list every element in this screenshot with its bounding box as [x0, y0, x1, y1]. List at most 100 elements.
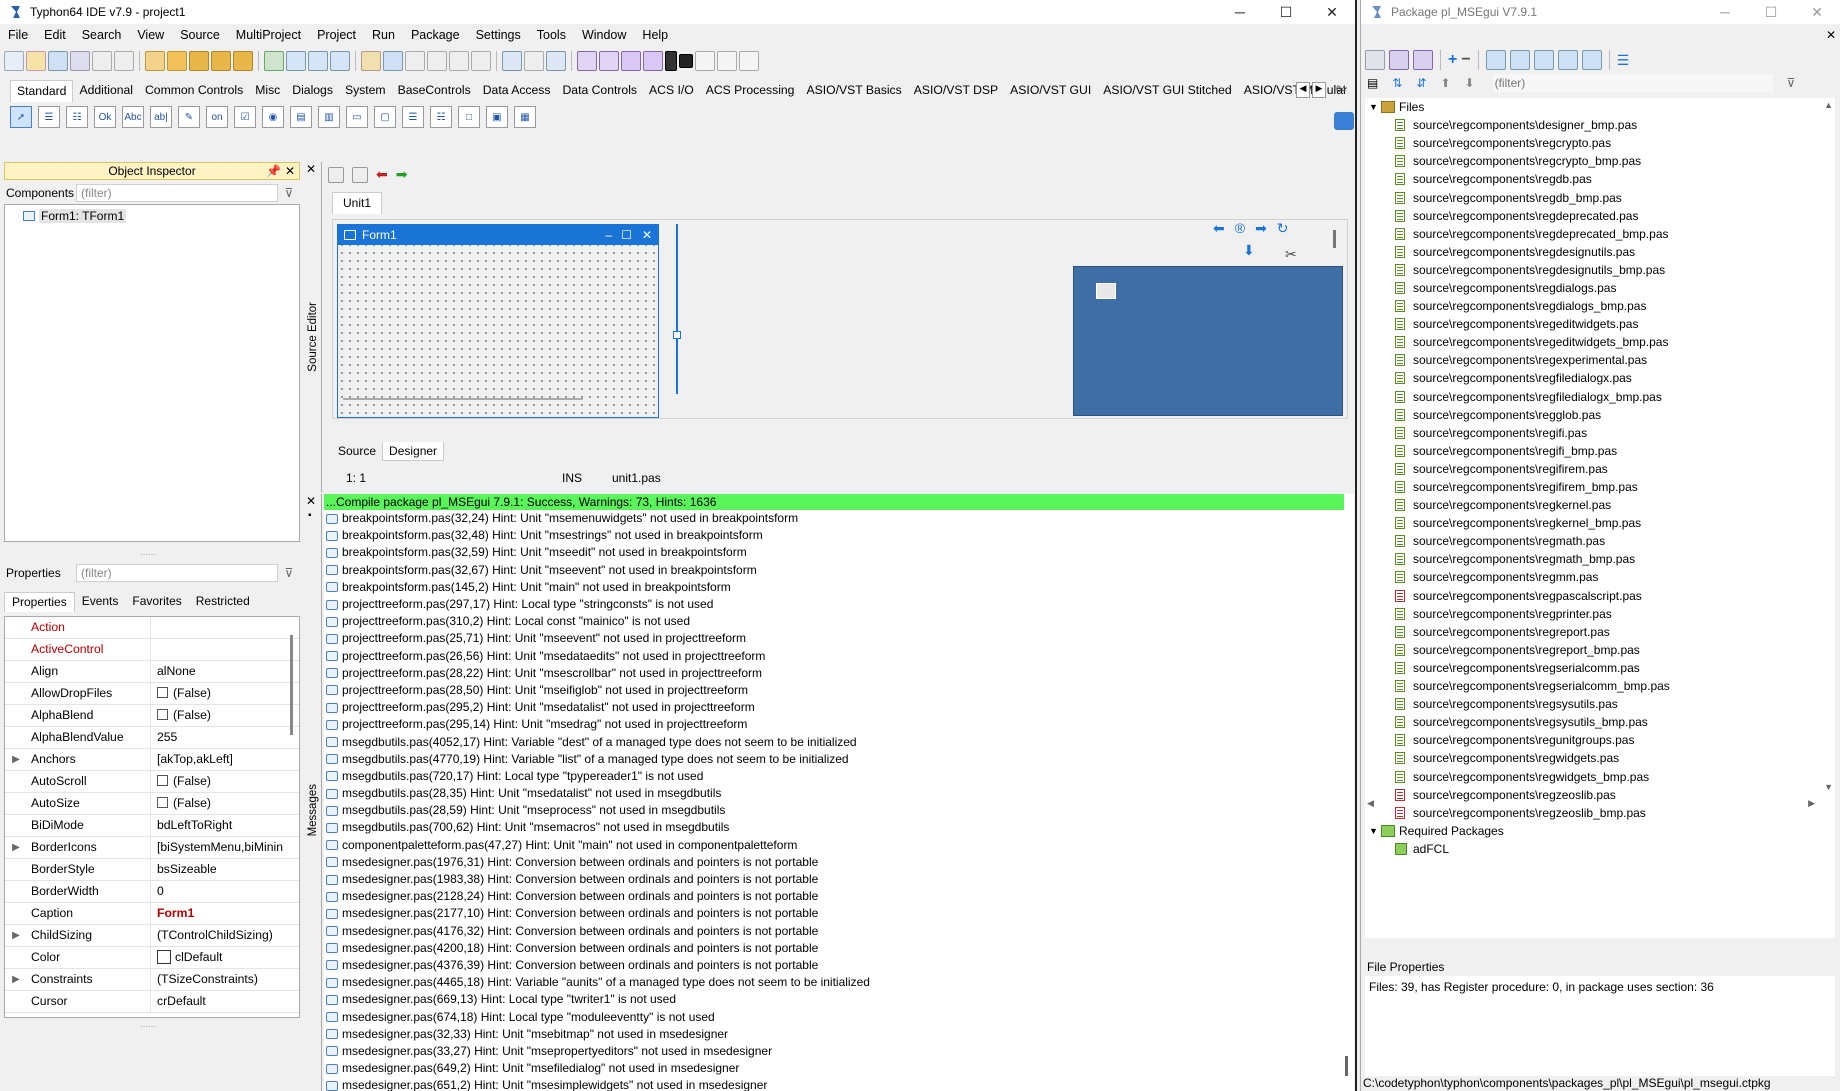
- property-row[interactable]: Caption Form1: [5, 903, 299, 925]
- message-line[interactable]: projecttreeform.pas(310,2) Hint: Local c…: [324, 613, 1354, 630]
- component-list-icon[interactable]: [405, 51, 425, 71]
- file-item[interactable]: source\regcomponents\regpascalscript.pas: [1365, 587, 1835, 605]
- radiogroup-icon[interactable]: ☰: [402, 106, 424, 128]
- property-row[interactable]: ▶ Anchors [akTop,akLeft]: [5, 749, 299, 771]
- file-item[interactable]: source\regcomponents\regdeprecated.pas: [1365, 207, 1835, 225]
- property-value[interactable]: [akTop,akLeft]: [151, 749, 299, 770]
- message-line[interactable]: msedesigner.pas(651,2) Hint: Unit "msesi…: [324, 1077, 1354, 1091]
- menu-item-help[interactable]: Help: [634, 26, 676, 46]
- file-item[interactable]: source\regcomponents\regserialcomm.pas: [1365, 659, 1835, 677]
- message-line[interactable]: projecttreeform.pas(28,22) Hint: Unit "m…: [324, 665, 1354, 682]
- tree-node-files[interactable]: ▼ Files: [1365, 98, 1835, 116]
- menu-item-edit[interactable]: Edit: [36, 26, 74, 46]
- jump-back-icon[interactable]: [328, 166, 344, 183]
- splitter-grip[interactable]: ⋯⋯: [140, 1022, 156, 1031]
- project-options-icon[interactable]: [189, 51, 209, 71]
- build-icon[interactable]: [264, 51, 284, 71]
- file-item[interactable]: source\regcomponents\regeditwidgets.pas: [1365, 315, 1835, 333]
- palette-tab[interactable]: Standard: [10, 80, 74, 102]
- required-package-item[interactable]: adFCL: [1365, 840, 1835, 858]
- install-icon[interactable]: [1557, 50, 1578, 70]
- property-value[interactable]: (False): [151, 683, 299, 704]
- message-line[interactable]: msedesigner.pas(4176,32) Hint: Conversio…: [324, 923, 1354, 940]
- file-item[interactable]: source\regcomponents\regsysutils.pas: [1365, 695, 1835, 713]
- step-into-icon[interactable]: [695, 51, 715, 71]
- property-value[interactable]: crDefault: [151, 991, 299, 1012]
- property-grid-scrollbar[interactable]: [290, 635, 293, 735]
- main-menu-icon[interactable]: ☰: [38, 106, 60, 128]
- property-value[interactable]: [151, 639, 299, 660]
- menu-item-source[interactable]: Source: [172, 26, 228, 46]
- message-line[interactable]: msedesigner.pas(2128,24) Hint: Conversio…: [324, 888, 1354, 905]
- file-item[interactable]: source\regcomponents\designer_bmp.pas: [1365, 116, 1835, 134]
- file-item[interactable]: source\regcomponents\regmath_bmp.pas: [1365, 550, 1835, 568]
- property-value[interactable]: clDefault: [151, 947, 299, 968]
- menu-item-package[interactable]: Package: [403, 26, 468, 46]
- view-units-icon[interactable]: [330, 51, 350, 71]
- inspector-tab[interactable]: Events: [75, 592, 126, 612]
- tools-icon[interactable]: [524, 51, 544, 71]
- expand-arrow-icon[interactable]: ▼: [1369, 98, 1381, 116]
- scroll-down-icon[interactable]: ▼: [1824, 782, 1833, 792]
- property-value[interactable]: (TSizeConstraints): [151, 969, 299, 990]
- menu-item-file[interactable]: File: [0, 26, 36, 46]
- close-icon[interactable]: ✕: [1826, 28, 1836, 42]
- expand-arrow-icon[interactable]: ▶: [5, 837, 27, 858]
- debug-icon[interactable]: [599, 51, 619, 71]
- expand-arrow-icon[interactable]: ▶: [5, 749, 27, 770]
- right-arrow-icon[interactable]: ➡: [1255, 220, 1267, 237]
- palette-tab[interactable]: Data Access: [477, 80, 557, 102]
- property-value[interactable]: (False): [151, 793, 299, 814]
- palette-down-arrow-icon[interactable]: [1334, 112, 1354, 130]
- property-value[interactable]: bsSizeable: [151, 859, 299, 880]
- help-icon[interactable]: [1533, 50, 1554, 70]
- scrollbar-icon[interactable]: ▭: [346, 106, 368, 128]
- palette-tab[interactable]: ASIO/VST Basics: [800, 80, 907, 102]
- message-line[interactable]: msegdbutils.pas(4052,17) Hint: Variable …: [324, 733, 1354, 750]
- message-line[interactable]: msedesigner.pas(32,33) Hint: Unit "msebi…: [324, 1026, 1354, 1043]
- close-icon[interactable]: ✕: [306, 494, 316, 508]
- message-line[interactable]: msedesigner.pas(33,27) Hint: Unit "msepr…: [324, 1043, 1354, 1060]
- step-over-icon[interactable]: [717, 51, 737, 71]
- property-row[interactable]: AutoSize (False): [5, 793, 299, 815]
- inspector-tab[interactable]: Restricted: [189, 592, 257, 612]
- add-to-project-icon[interactable]: [211, 51, 231, 71]
- close-icon[interactable]: ✕: [306, 162, 316, 176]
- minimize-button[interactable]: ─: [1217, 0, 1263, 24]
- stop-icon[interactable]: [679, 54, 693, 68]
- property-value[interactable]: alNone: [151, 661, 299, 682]
- file-item[interactable]: source\regcomponents\regfiledialogx.pas: [1365, 369, 1835, 387]
- file-item[interactable]: source\regcomponents\regifirem_bmp.pas: [1365, 478, 1835, 496]
- file-item[interactable]: source\regcomponents\regunitgroups.pas: [1365, 731, 1835, 749]
- menu-item-window[interactable]: Window: [574, 26, 634, 46]
- compile-icon[interactable]: [1389, 50, 1409, 70]
- message-line[interactable]: msedesigner.pas(669,13) Hint: Local type…: [324, 991, 1354, 1008]
- pin-icon[interactable]: ▪: [308, 510, 312, 521]
- property-row[interactable]: Cursor crDefault: [5, 991, 299, 1013]
- panel-icon[interactable]: □: [458, 106, 480, 128]
- refresh-icon[interactable]: ↻: [1277, 220, 1289, 237]
- property-row[interactable]: BorderWidth 0: [5, 881, 299, 903]
- property-value[interactable]: Form1: [151, 903, 299, 924]
- file-item[interactable]: source\regcomponents\regdesignutils.pas: [1365, 243, 1835, 261]
- property-row[interactable]: AutoScroll (False): [5, 771, 299, 793]
- monitor-icon[interactable]: [546, 51, 566, 71]
- file-item[interactable]: source\regcomponents\regwidgets_bmp.pas: [1365, 767, 1835, 785]
- palette-tab[interactable]: System: [339, 80, 392, 102]
- compile-status[interactable]: ...Compile package pl_MSEgui 7.9.1: Succ…: [324, 494, 1344, 510]
- find-next-icon[interactable]: [114, 51, 134, 71]
- close-button[interactable]: ✕: [1794, 0, 1840, 24]
- message-line[interactable]: breakpointsform.pas(32,67) Hint: Unit "m…: [324, 562, 1354, 579]
- inspector-tab[interactable]: Properties: [4, 592, 75, 612]
- new-form-icon[interactable]: [308, 51, 328, 71]
- file-item[interactable]: source\regcomponents\regdb.pas: [1365, 170, 1835, 188]
- file-item[interactable]: source\regcomponents\regzeoslib_bmp.pas: [1365, 804, 1835, 822]
- message-line[interactable]: projecttreeform.pas(25,71) Hint: Unit "m…: [324, 630, 1354, 647]
- property-value[interactable]: 0: [151, 881, 299, 902]
- horizontal-scrollbar[interactable]: [343, 398, 583, 400]
- file-item[interactable]: source\regcomponents\regwidgets.pas: [1365, 749, 1835, 767]
- radio-button-icon[interactable]: ◉: [262, 106, 284, 128]
- messages-icon[interactable]: [471, 51, 491, 71]
- file-item[interactable]: source\regcomponents\regzeoslib.pas: [1365, 786, 1835, 804]
- tree-item-form1[interactable]: Form1: TForm1: [5, 205, 299, 223]
